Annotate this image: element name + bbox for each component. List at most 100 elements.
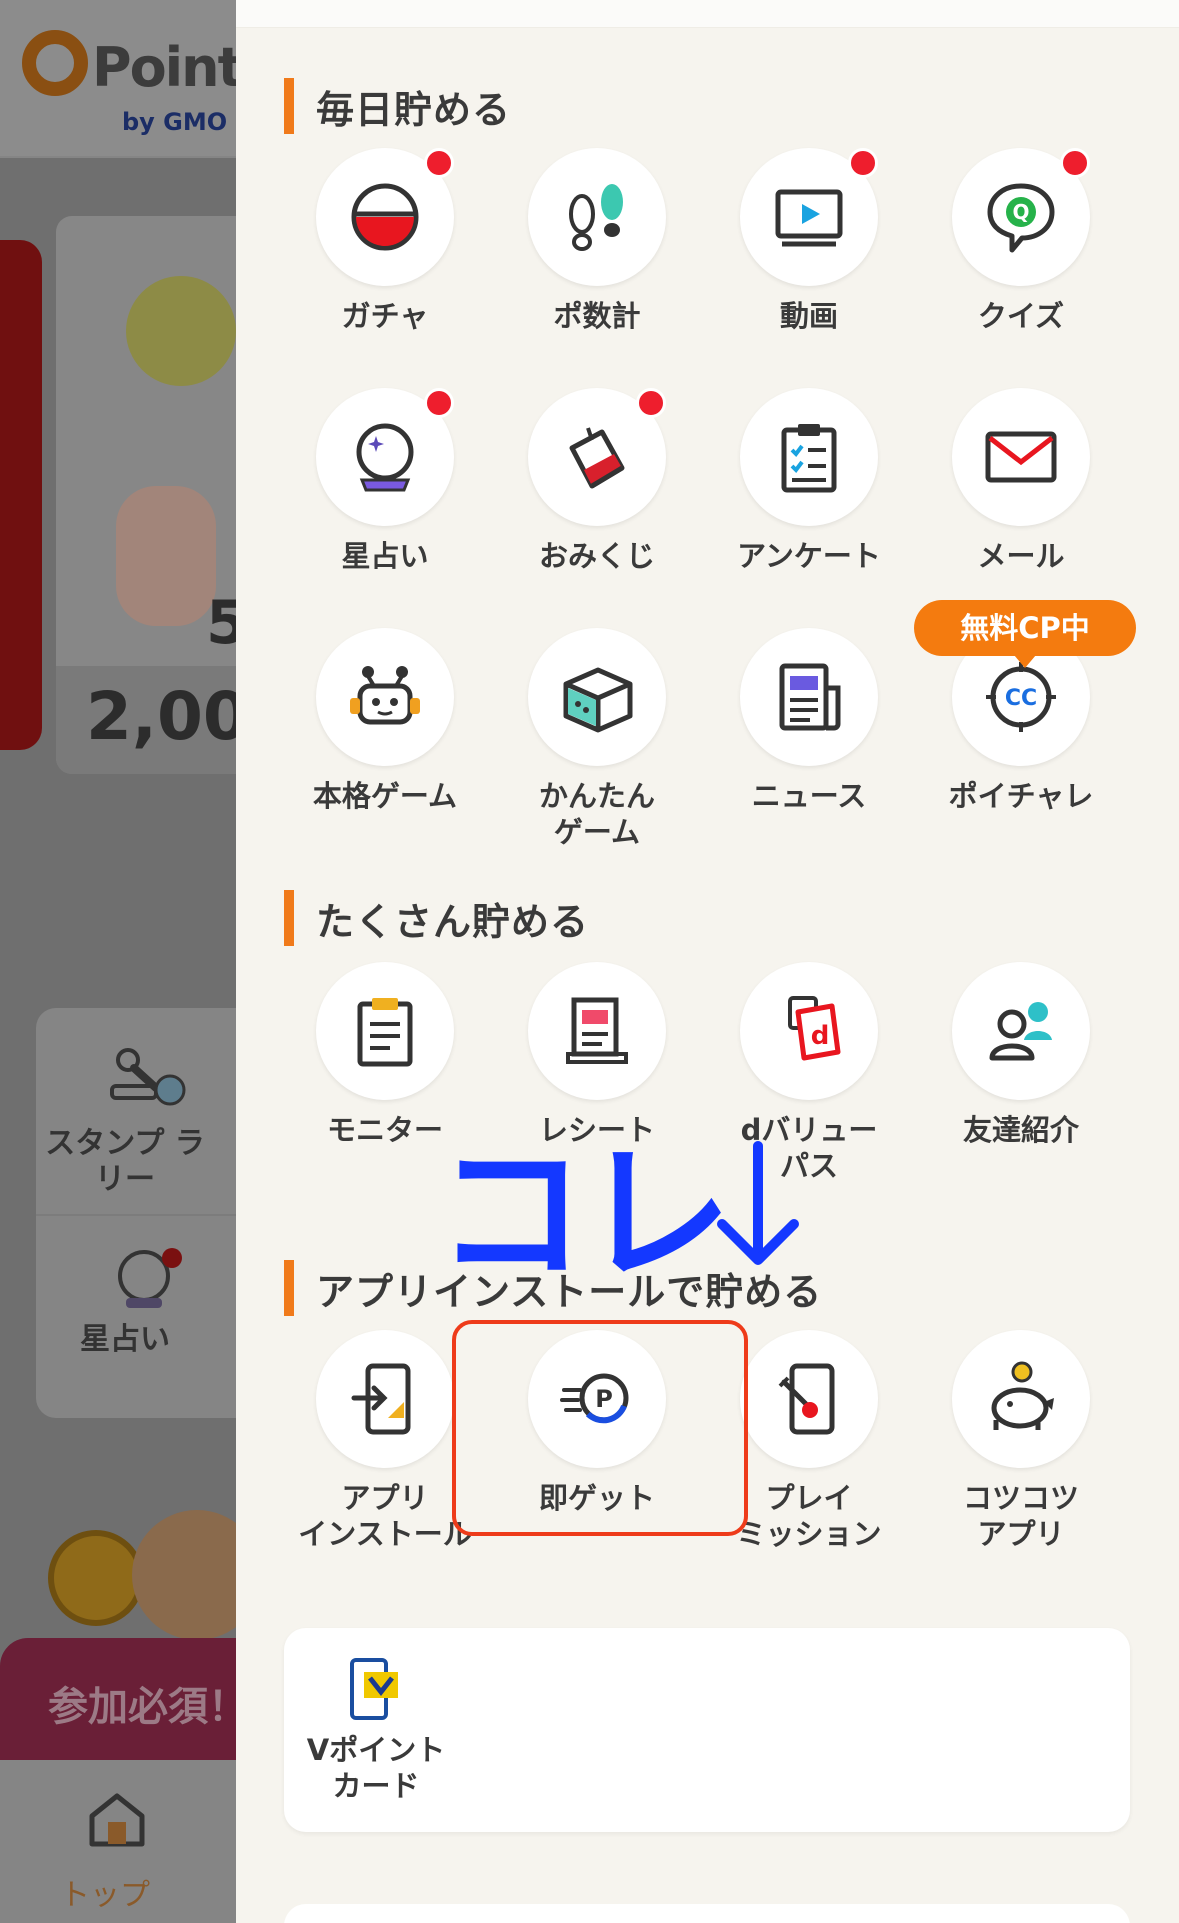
mascot-image xyxy=(40,1500,236,1650)
game-robot-icon xyxy=(350,666,420,725)
section-accent-bar xyxy=(284,1260,294,1316)
join-banner-text: 参加必須！ xyxy=(48,1684,236,1730)
bg-join-banner: 参加必須！ xyxy=(0,1638,236,1760)
news-icon xyxy=(779,663,841,731)
instant-get-icon: P xyxy=(560,1373,629,1424)
menu-item-label: 即ゲット xyxy=(538,1481,655,1515)
svg-text:P: P xyxy=(595,1385,613,1413)
menu-item-label: アプリ インストール xyxy=(298,1481,472,1551)
menu-item-label: ポ数計 xyxy=(553,299,641,333)
menu-item-label: メール xyxy=(977,539,1065,573)
menu-item-steady-app[interactable]: コツコツ アプリ xyxy=(926,1330,1116,1552)
video-play-icon xyxy=(775,189,843,247)
notification-dot xyxy=(424,388,454,418)
section-daily-title: 毎日貯める xyxy=(284,78,511,134)
notification-dot xyxy=(848,148,878,178)
mail-icon xyxy=(985,431,1057,483)
menu-item-full-game[interactable]: 本格ゲーム xyxy=(290,628,480,814)
menu-item-label: かんたん ゲーム xyxy=(538,779,655,849)
crystal-ball-icon xyxy=(356,423,414,492)
bg-promo-card: 5 2,000 xyxy=(56,216,236,774)
menu-item-label: 本格ゲーム xyxy=(312,779,458,813)
section-earn-more-title: たくさん貯める xyxy=(284,890,589,946)
section-accent-bar xyxy=(284,78,294,134)
friend-referral-icon xyxy=(989,1002,1052,1061)
app-install-icon xyxy=(351,1363,411,1435)
menu-item-instant-get[interactable]: P 即ゲット xyxy=(502,1330,692,1516)
svg-text:Q: Q xyxy=(1012,200,1029,224)
bg-item-stamp-rally: スタンプ ラリー xyxy=(45,1126,205,1197)
section-accent-bar xyxy=(284,890,294,946)
macaron-image xyxy=(116,486,216,626)
omikuji-icon xyxy=(569,427,625,489)
menu-item-fortune[interactable]: 星占い xyxy=(290,388,480,574)
vpoint-card-panel[interactable]: Vポイント カード xyxy=(284,1628,1130,1832)
menu-item-easy-game[interactable]: かんたん ゲーム xyxy=(502,628,692,850)
next-panel xyxy=(284,1904,1130,1923)
melon-image xyxy=(126,276,236,386)
nav-home-label: トップ xyxy=(60,1878,150,1913)
menu-item-news[interactable]: ニュース xyxy=(714,628,904,814)
notification-dot xyxy=(424,148,454,178)
menu-item-friend-referral[interactable]: 友達紹介 xyxy=(926,962,1116,1148)
menu-item-monitor[interactable]: モニター xyxy=(290,962,480,1148)
bg-header: Point To by GMO xyxy=(0,0,236,158)
stamp-icon xyxy=(110,1048,186,1106)
menu-item-quiz[interactable]: Q クイズ xyxy=(926,148,1116,334)
receipt-icon xyxy=(566,997,628,1064)
section-title-text: アプリインストールで貯める xyxy=(316,1269,823,1314)
section-app-install-title: アプリインストールで貯める xyxy=(284,1260,822,1316)
svg-text:d: d xyxy=(811,1021,830,1051)
menu-item-label: 友達紹介 xyxy=(962,1113,1079,1147)
menu-item-omikuji[interactable]: おみくじ xyxy=(502,388,692,574)
menu-item-label: アンケート xyxy=(737,539,881,573)
menu-item-gacha[interactable]: ガチャ xyxy=(290,148,480,334)
menu-item-label: ポイチャレ xyxy=(948,779,1094,813)
menu-item-label: ガチャ xyxy=(341,299,429,333)
menu-item-label: コツコツ アプリ xyxy=(962,1481,1079,1551)
bg-item-fortune: 星占い xyxy=(80,1322,170,1357)
logo-text: Point To xyxy=(92,36,236,99)
section-title-text: 毎日貯める xyxy=(316,87,512,132)
drawer-top-strip xyxy=(236,0,1179,28)
menu-item-label: 動画 xyxy=(779,299,838,333)
menu-item-survey[interactable]: アンケート xyxy=(714,388,904,574)
menu-item-label: おみくじ xyxy=(538,539,655,573)
svg-text:CC: CC xyxy=(1005,686,1037,711)
menu-item-video[interactable]: 動画 xyxy=(714,148,904,334)
game-box-icon xyxy=(563,667,633,733)
menu-item-label: 星占い xyxy=(341,539,429,573)
bg-promo-number: 5 xyxy=(206,588,236,658)
menu-item-mail[interactable]: メール xyxy=(926,388,1116,574)
footsteps-icon xyxy=(569,184,623,251)
bg-promo-price: 2,000 xyxy=(86,678,236,755)
menu-item-pedometer[interactable]: ポ数計 xyxy=(502,148,692,334)
piggy-bank-icon xyxy=(991,1361,1054,1430)
bg-banner xyxy=(0,240,42,750)
bg-side-panel: スタンプ ラリー 星占い xyxy=(36,1008,236,1418)
poichalle-icon: CC xyxy=(986,662,1056,732)
menu-item-play-mission[interactable]: プレイ ミッション xyxy=(714,1330,904,1552)
bottom-nav: トップ xyxy=(0,1760,236,1923)
crystal-ball-icon xyxy=(118,1248,182,1308)
menu-item-receipt[interactable]: レシート xyxy=(502,962,692,1148)
section-title-text: たくさん貯める xyxy=(316,899,590,944)
menu-drawer: 毎日貯める ガチャ ポ数計 動画 Q クイズ 星占い おみくじ アンケート メー… xyxy=(236,0,1179,1923)
free-campaign-badge: 無料CP中 xyxy=(914,600,1136,668)
menu-item-label: クイズ xyxy=(977,299,1065,333)
quiz-bubble-icon: Q xyxy=(987,183,1055,253)
down-arrow-icon xyxy=(717,1141,799,1265)
menu-item-label: プレイ ミッション xyxy=(736,1481,882,1551)
play-mission-icon xyxy=(778,1363,835,1435)
notification-dot xyxy=(1060,148,1090,178)
vpoint-card-icon xyxy=(350,1658,398,1720)
background-page: Point To by GMO 5 2,000 スタンプ ラリー 星占い 参加必… xyxy=(0,0,236,1923)
gacha-capsule-icon xyxy=(351,183,419,251)
home-icon xyxy=(89,1793,145,1847)
menu-item-label: ニュース xyxy=(751,779,867,813)
monitor-clipboard-icon xyxy=(357,998,413,1067)
vpoint-card-label: Vポイント カード xyxy=(306,1733,446,1803)
app-logo: Point To by GMO xyxy=(22,30,236,136)
d-value-pass-icon: d xyxy=(788,996,841,1061)
menu-item-app-install[interactable]: アプリ インストール xyxy=(290,1330,480,1552)
